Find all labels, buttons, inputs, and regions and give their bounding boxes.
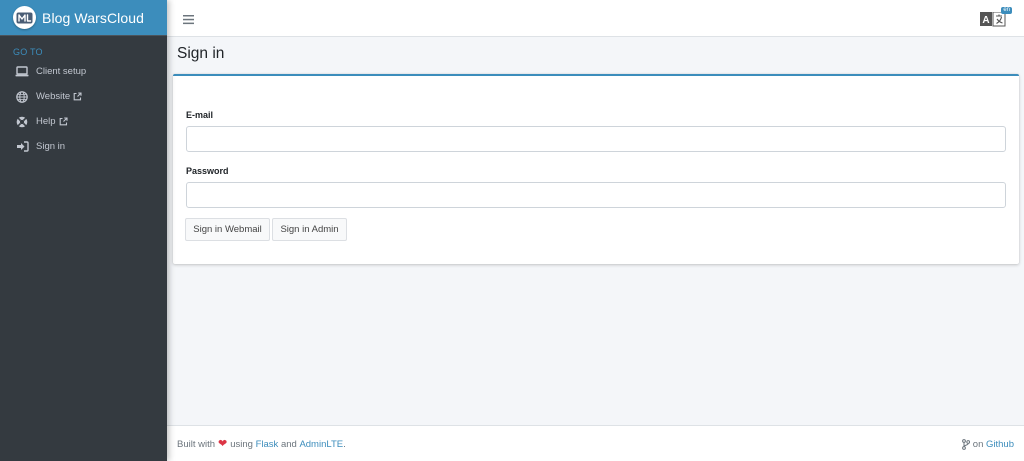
external-link-icon [59, 117, 68, 126]
brand-link[interactable]: Blog WarsCloud [0, 0, 167, 36]
github-link[interactable]: Github [986, 439, 1014, 450]
password-label: Password [186, 166, 229, 176]
page-title: Sign in [177, 45, 225, 62]
brand-text: Blog WarsCloud [42, 9, 145, 26]
app-root: Blog WarsCloud GO TO Client setup Websit… [0, 0, 1024, 461]
sign-in-card: E-mail Password Sign in Webmail Sign in … [173, 74, 1019, 264]
footer-on: on [972, 439, 984, 450]
lifebuoy-icon [15, 115, 29, 129]
laptop-icon [15, 65, 29, 79]
language-switcher[interactable]: A en [980, 7, 1012, 28]
footer-period: . [343, 439, 346, 450]
sign-in-admin-button[interactable]: Sign in Admin [272, 218, 347, 241]
hamburger-icon[interactable] [183, 12, 194, 25]
heart-icon: ❤ [218, 438, 228, 450]
email-field[interactable] [186, 126, 1006, 152]
nav-section-header: GO TO [13, 47, 43, 57]
external-link-icon [73, 92, 82, 101]
sidebar-item-label: Help [36, 116, 56, 127]
adminlte-link[interactable]: AdminLTE [299, 439, 343, 450]
sidebar-item-label: Sign in [36, 141, 66, 152]
flask-link[interactable]: Flask [256, 439, 279, 450]
translate-icon: A [980, 11, 1006, 32]
footer-credits: Built with ❤ using Flask and AdminLTE . [177, 438, 346, 451]
password-field[interactable] [186, 182, 1006, 208]
footer-github: on Github [961, 439, 1014, 450]
brand-logo-icon [13, 6, 36, 29]
sidebar-item-sign-in[interactable]: Sign in [0, 134, 167, 159]
sidebar-item-client-setup[interactable]: Client setup [0, 59, 167, 84]
sidebar-item-label: Client setup [36, 66, 87, 77]
footer-built-with: Built with [177, 439, 216, 450]
sign-in-icon [15, 140, 29, 154]
sidebar-item-help[interactable]: Help [0, 109, 167, 134]
language-badge: en [1001, 7, 1012, 14]
footer-and: and [280, 439, 297, 450]
sidebar-item-label: Website [36, 91, 71, 102]
svg-text:A: A [982, 15, 989, 26]
top-navbar: A en [167, 0, 1024, 37]
git-branch-icon [961, 439, 970, 450]
sidebar: Blog WarsCloud GO TO Client setup Websit… [0, 0, 167, 461]
sidebar-item-website[interactable]: Website [0, 84, 167, 109]
email-label: E-mail [186, 110, 214, 120]
globe-icon [15, 90, 29, 104]
footer-using: using [230, 439, 253, 450]
footer: Built with ❤ using Flask and AdminLTE . … [167, 425, 1024, 461]
sign-in-webmail-button[interactable]: Sign in Webmail [185, 218, 270, 241]
